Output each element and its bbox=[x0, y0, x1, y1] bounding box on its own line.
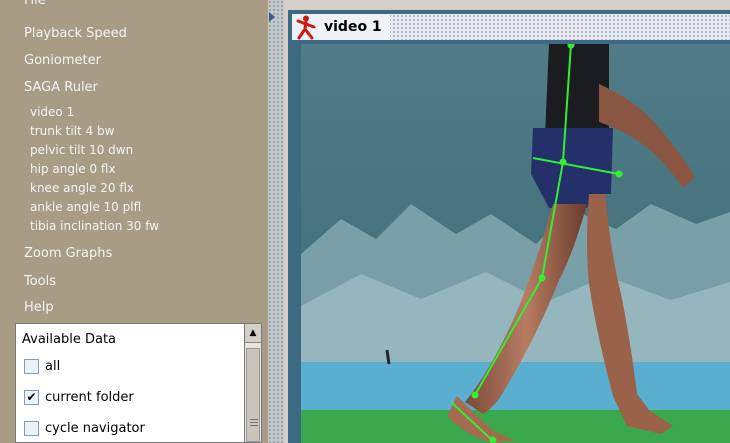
checkbox-icon[interactable] bbox=[24, 358, 39, 374]
split-pane-divider[interactable] bbox=[268, 0, 284, 443]
option-current-folder-label: current folder bbox=[45, 389, 134, 405]
menu-file[interactable]: File bbox=[24, 0, 46, 8]
menu-goniometer[interactable]: Goniometer bbox=[24, 53, 101, 68]
checkbox-icon[interactable] bbox=[24, 420, 39, 436]
menu-playback-speed[interactable]: Playback Speed bbox=[24, 26, 127, 41]
video-window: video 1 bbox=[288, 10, 730, 443]
ankle-marker[interactable] bbox=[471, 391, 479, 399]
available-data-title: Available Data bbox=[22, 332, 117, 347]
available-data-panel: Available Data all ✔ current folder cycl… bbox=[15, 323, 245, 443]
scrollbar-thumb[interactable] bbox=[246, 348, 260, 442]
video-frame-image[interactable] bbox=[301, 44, 730, 443]
goniometer-overlay bbox=[450, 44, 623, 443]
menu-tools[interactable]: Tools bbox=[24, 274, 56, 289]
running-figure-icon bbox=[296, 15, 316, 40]
saga-ruler-ankle-angle: ankle angle 10 plfl bbox=[30, 200, 142, 214]
video-title: video 1 bbox=[324, 19, 382, 35]
grip-line bbox=[250, 419, 258, 420]
menu-zoom-graphs[interactable]: Zoom Graphs bbox=[24, 246, 112, 261]
saga-ruler-video: video 1 bbox=[30, 105, 75, 119]
knee-marker[interactable] bbox=[538, 274, 546, 282]
saga-ruler-trunk-tilt: trunk tilt 4 bw bbox=[30, 124, 115, 138]
shank-line bbox=[474, 277, 543, 396]
trunk-line bbox=[562, 44, 572, 163]
menu-help[interactable]: Help bbox=[24, 300, 54, 315]
pelvis-line bbox=[532, 157, 620, 175]
saga-ruler-hip-angle: hip angle 0 flx bbox=[30, 162, 116, 176]
option-cycle-navigator-label: cycle navigator bbox=[45, 420, 145, 436]
grip-line bbox=[250, 425, 258, 426]
video-titlebar[interactable]: video 1 bbox=[292, 14, 730, 40]
saga-ruler-pelvic-tilt: pelvic tilt 10 dwn bbox=[30, 143, 134, 157]
grip-line bbox=[250, 422, 258, 423]
option-all-label: all bbox=[45, 358, 61, 374]
available-data-scrollbar[interactable]: ▲ bbox=[244, 323, 262, 443]
saga-ruler-tibia-inclination: tibia inclination 30 fw bbox=[30, 219, 160, 233]
collapse-arrow-icon[interactable] bbox=[269, 12, 275, 22]
foot-line bbox=[450, 401, 494, 442]
saga-ruler-knee-angle: knee angle 20 flx bbox=[30, 181, 134, 195]
option-cycle-navigator[interactable]: cycle navigator bbox=[24, 418, 145, 438]
thigh-line bbox=[541, 161, 564, 279]
hip-marker[interactable] bbox=[559, 158, 567, 166]
shoulder-marker[interactable] bbox=[567, 44, 575, 49]
scroll-up-arrow-icon[interactable]: ▲ bbox=[245, 324, 261, 343]
video-title-group: video 1 bbox=[292, 14, 390, 40]
checkbox-checked-icon[interactable]: ✔ bbox=[24, 389, 39, 405]
pelvis-marker[interactable] bbox=[615, 170, 623, 178]
option-all[interactable]: all bbox=[24, 356, 60, 376]
menu-saga-ruler[interactable]: SAGA Ruler bbox=[24, 80, 98, 95]
option-current-folder[interactable]: ✔ current folder bbox=[24, 387, 134, 407]
